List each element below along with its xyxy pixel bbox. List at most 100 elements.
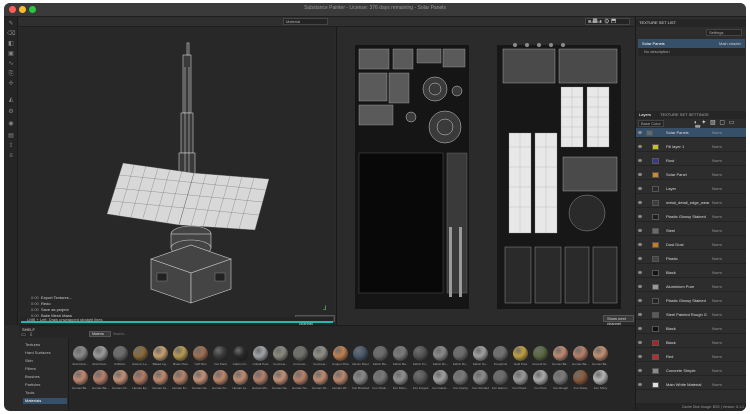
add-fill-layer-icon[interactable]: ▧ [710,120,717,126]
material-preview[interactable] [273,370,288,385]
material-preview[interactable] [433,370,448,385]
material-preview[interactable] [573,346,588,361]
projection-icon[interactable]: ◧ [7,41,15,47]
material-preview[interactable] [353,346,368,361]
visibility-eye-icon[interactable] [638,341,642,344]
layer-blend-mode[interactable]: Norm [712,310,722,320]
material-preview[interactable] [113,346,128,361]
layer-row[interactable]: Fill layer 1 Norm [636,142,746,152]
layer-blend-mode[interactable]: Norm [712,198,722,208]
layer-row[interactable]: Black Norm [636,324,746,334]
layer-row[interactable]: metal_detail_edge_wear Norm [636,198,746,208]
shelf-category-item[interactable]: Hard Surfaces [23,350,67,356]
material-preview[interactable] [533,370,548,385]
material-preview[interactable] [193,346,208,361]
viewport-3d-mode-dropdown[interactable]: Material [283,18,328,25]
visibility-eye-icon[interactable] [638,159,642,162]
visibility-eye-icon[interactable] [638,383,642,386]
layer-blend-mode[interactable]: Norm [712,268,722,278]
material-preview[interactable] [133,370,148,385]
shelf-category-item[interactable]: Textures [23,342,67,348]
material-preview[interactable] [293,370,308,385]
layer-row[interactable]: Steel Painted Rough G Norm [636,310,746,320]
material-preview[interactable] [413,370,428,385]
texture-set-item[interactable]: Solar Panels Main shader [638,39,745,48]
visibility-eye-icon[interactable] [638,173,642,176]
layer-row[interactable]: Aluminium Pure Norm [636,282,746,292]
material-preview[interactable] [513,370,528,385]
material-preview[interactable] [553,370,568,385]
geometry-mask-icon[interactable]: ▣ [7,51,15,57]
viewport-3d[interactable]: 0:00 Export Textures... 0:00 Redo 0:00 Save… [19,27,335,326]
material-preview[interactable] [153,370,168,385]
material-preview[interactable] [213,346,228,361]
layer-blend-mode[interactable]: Norm [712,338,722,348]
material-preview[interactable] [553,346,568,361]
layer-blend-mode[interactable]: Norm [712,142,722,152]
material-preview[interactable] [473,346,488,361]
layer-row[interactable]: Plastic Glossy Stained Norm [636,296,746,306]
camera-icon[interactable]: ▤ [7,133,15,139]
shelf-category-item[interactable]: Particles [23,382,67,388]
channel-dropdown[interactable]: Base Color [638,120,664,127]
visibility-eye-icon[interactable] [638,313,642,316]
eraser-icon[interactable]: ⌫ [7,31,15,37]
layer-row[interactable]: Rust Norm [636,156,746,166]
material-preview[interactable] [493,370,508,385]
layer-row[interactable]: Steel Norm [636,226,746,236]
material-preview[interactable] [93,370,108,385]
material-preview[interactable] [173,346,188,361]
layer-row[interactable]: Black Norm [636,338,746,348]
shelf-category-item[interactable]: Brushes [23,374,67,380]
layer-blend-mode[interactable]: Norm [712,184,722,194]
material-preview[interactable] [393,370,408,385]
visibility-eye-icon[interactable] [638,299,642,302]
material-preview[interactable] [173,370,188,385]
visibility-eye-icon[interactable] [638,145,642,148]
texture-set-settings-dropdown[interactable]: Settings [706,29,742,36]
visibility-eye-icon[interactable] [638,355,642,358]
add-folder-icon[interactable]: ▭ [729,120,736,126]
material-preview[interactable] [533,346,548,361]
polygon-fill-icon[interactable]: ◭ [7,97,15,103]
material-preview[interactable] [473,370,488,385]
shelf-category-item[interactable]: Filters [23,366,67,372]
material-preview[interactable] [593,346,608,361]
material-preview[interactable] [113,370,128,385]
shelf-category-item[interactable]: Tools [23,390,67,396]
material-preview[interactable] [273,346,288,361]
material-preview[interactable] [453,370,468,385]
layer-row[interactable]: Plastic Glossy Stained Norm [636,212,746,222]
visibility-eye-icon[interactable] [638,327,642,330]
layer-blend-mode[interactable]: Norm [712,170,722,180]
layer-row[interactable]: Layer Norm [636,184,746,194]
material-preview[interactable] [393,346,408,361]
material-preview[interactable] [333,370,348,385]
layer-blend-mode[interactable]: Norm [712,352,722,362]
layer-row[interactable]: Main White Material Norm [636,380,746,390]
clone-icon[interactable]: ⎘ [7,71,15,77]
material-preview[interactable] [253,370,268,385]
visibility-eye-icon[interactable] [638,201,642,204]
material-preview[interactable] [593,370,608,385]
visibility-eye-icon[interactable] [638,285,642,288]
visibility-eye-icon[interactable] [638,271,642,274]
layer-blend-mode[interactable]: Norm [712,226,722,236]
viewport-2d[interactable]: Show next channel [336,27,634,326]
add-layer-icon[interactable]: ▢ [719,120,726,126]
layer-blend-mode[interactable]: Norm [712,380,722,390]
layer-row[interactable]: Solar Panel Norm [636,170,746,180]
visibility-eye-icon[interactable] [638,369,642,372]
filter-chip[interactable]: Materia [89,331,111,337]
viewer-icon[interactable]: ◉ [7,121,15,127]
picker-icon[interactable]: ✢ [7,81,15,87]
material-preview[interactable] [353,370,368,385]
material-preview[interactable] [153,346,168,361]
layer-blend-mode[interactable]: Norm [712,282,722,292]
material-preview[interactable] [213,370,228,385]
material-preview[interactable] [93,346,108,361]
material-preview[interactable] [133,346,148,361]
material-preview[interactable] [493,346,508,361]
show-next-channel-button-2d[interactable]: Show next channel [603,315,634,326]
material-preview[interactable] [73,370,88,385]
